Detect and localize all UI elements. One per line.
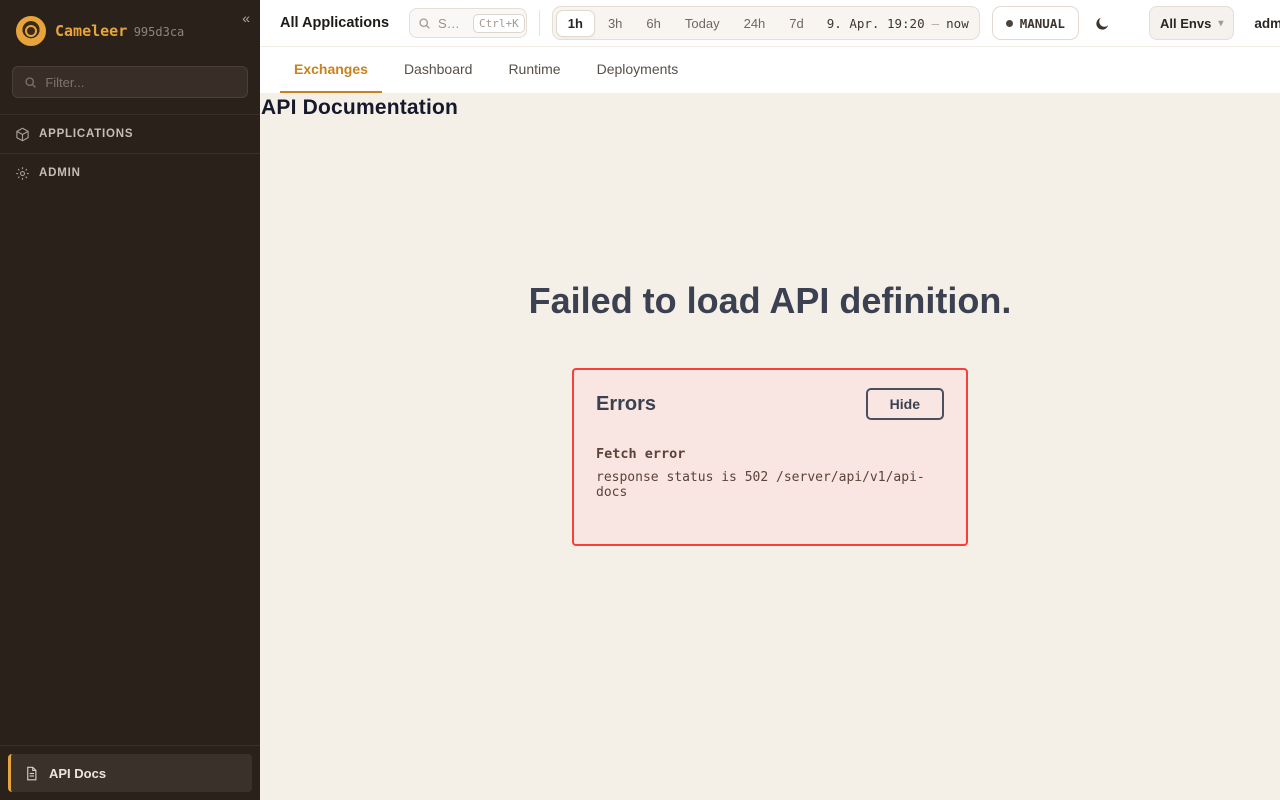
time-range-today[interactable]: Today [674, 11, 731, 36]
content-area: API Documentation Failed to load API def… [260, 93, 1280, 800]
time-range-3h[interactable]: 3h [597, 11, 633, 36]
time-range-24h[interactable]: 24h [733, 11, 777, 36]
time-range-1h[interactable]: 1h [556, 10, 595, 37]
sidebar-header: Cameleer 995d3ca « [0, 0, 260, 60]
time-range-6h[interactable]: 6h [635, 11, 671, 36]
gear-icon [14, 165, 30, 181]
header-divider [539, 10, 540, 36]
package-icon [14, 126, 30, 142]
chevron-down-icon: ▾ [1218, 18, 1223, 29]
app-root: Cameleer 995d3ca « AP [0, 0, 1280, 800]
status-dot-icon [1006, 20, 1013, 27]
time-display[interactable]: 9. Apr. 19:20 — now [827, 16, 969, 31]
sidebar-item-label: APPLICATIONS [39, 128, 133, 140]
time-range-7d[interactable]: 7d [778, 11, 814, 36]
main-column: All Applications Ctrl+K 1h 3h 6h Today 2… [260, 0, 1280, 800]
sidebar-item-label: ADMIN [39, 167, 81, 179]
search-icon [23, 74, 37, 90]
tab-dashboard[interactable]: Dashboard [390, 47, 487, 93]
app-logo-icon [16, 16, 46, 46]
time-separator: — [932, 16, 940, 31]
sidebar-filter [12, 66, 248, 98]
error-message: response status is 502 /server/api/v1/ap… [596, 470, 944, 500]
sidebar-collapse-icon[interactable]: « [242, 10, 250, 26]
filter-input[interactable] [45, 75, 237, 90]
sidebar-item-applications[interactable]: APPLICATIONS [0, 114, 260, 153]
hide-errors-button[interactable]: Hide [866, 388, 944, 420]
tab-runtime[interactable]: Runtime [494, 47, 574, 93]
tab-deployments[interactable]: Deployments [583, 47, 693, 93]
top-header: All Applications Ctrl+K 1h 3h 6h Today 2… [260, 0, 1280, 47]
sidebar-item-label: API Docs [49, 766, 106, 781]
time-from: 9. Apr. 19:20 [827, 16, 925, 31]
tabs-bar: Exchanges Dashboard Runtime Deployments [260, 47, 1280, 93]
app-version-tag: 995d3ca [134, 25, 185, 39]
time-to: now [946, 16, 969, 31]
sidebar-item-admin[interactable]: ADMIN [0, 153, 260, 192]
moon-icon [1094, 15, 1111, 32]
search-input[interactable] [438, 16, 466, 31]
env-select[interactable]: All Envs ▾ [1149, 6, 1234, 40]
manual-refresh-button[interactable]: MANUAL [992, 6, 1079, 40]
sidebar-item-api-docs[interactable]: API Docs [8, 754, 252, 792]
global-search[interactable]: Ctrl+K [409, 8, 527, 38]
errors-title: Errors [596, 393, 656, 416]
search-icon [418, 17, 431, 30]
errors-panel: Errors Hide Fetch error response status … [572, 368, 968, 546]
tab-exchanges[interactable]: Exchanges [280, 47, 382, 93]
fail-heading: Failed to load API definition. [260, 280, 1280, 322]
user-name[interactable]: adm [1254, 16, 1280, 31]
header-title: All Applications [280, 15, 389, 31]
sidebar: Cameleer 995d3ca « AP [0, 0, 260, 800]
error-name: Fetch error [596, 446, 944, 462]
app-logo-text: Cameleer [55, 22, 127, 40]
dark-mode-toggle[interactable] [1091, 7, 1115, 39]
document-icon [23, 765, 39, 781]
search-shortcut-kbd: Ctrl+K [473, 14, 525, 33]
time-range-group: 1h 3h 6h Today 24h 7d 9. Apr. 19:20 — no… [552, 6, 980, 40]
page-title: API Documentation [260, 93, 1280, 120]
